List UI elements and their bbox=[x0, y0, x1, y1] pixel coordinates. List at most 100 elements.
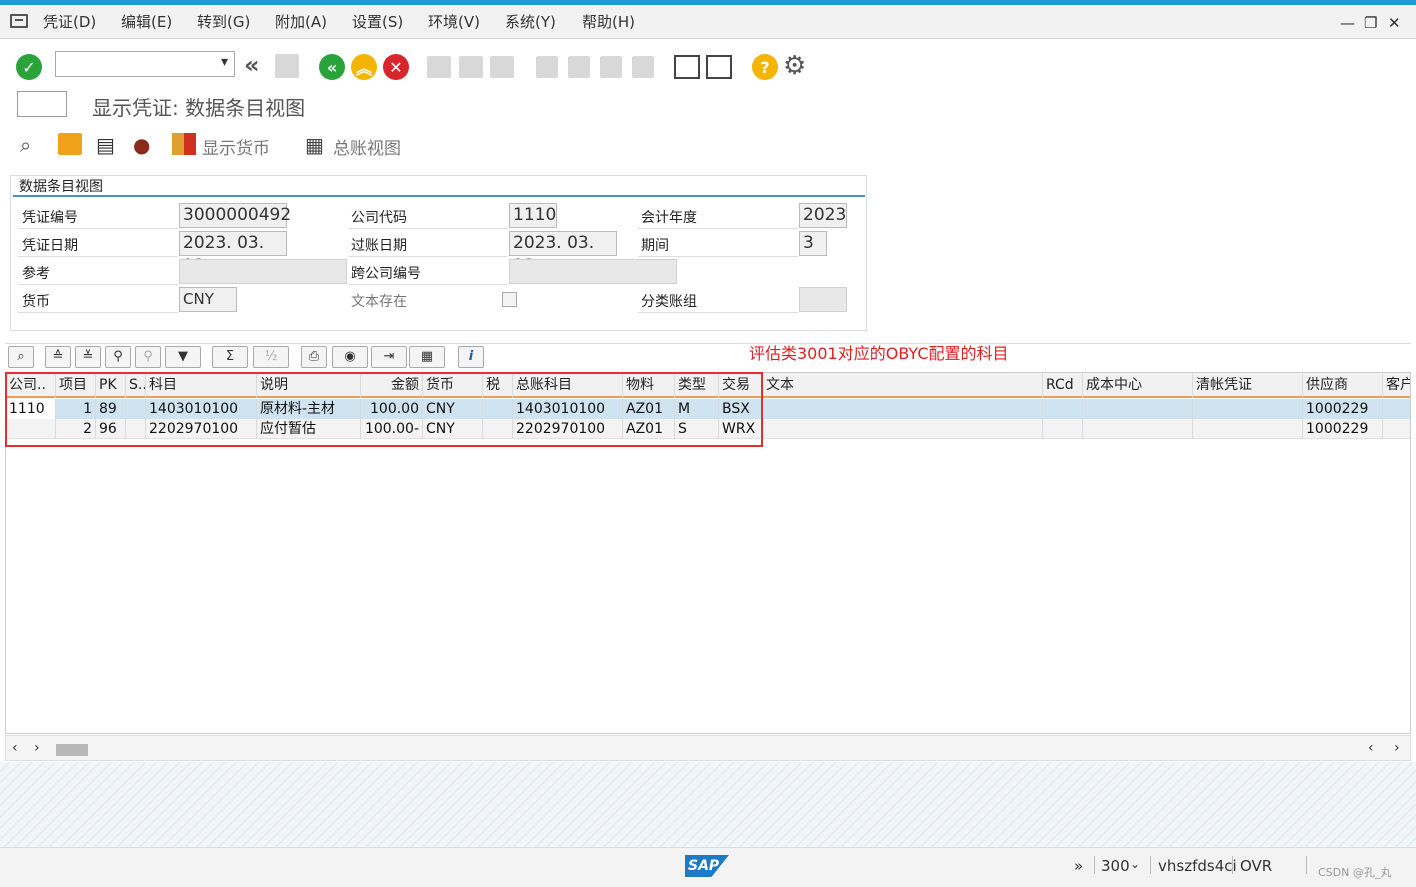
status-mode: OVR bbox=[1240, 857, 1273, 875]
status-expand-icon[interactable]: » bbox=[1074, 857, 1083, 875]
group-divider bbox=[13, 195, 865, 197]
back-icon[interactable]: « bbox=[319, 54, 345, 80]
col-header-text[interactable]: 文本 bbox=[763, 373, 1043, 398]
find-next-icon[interactable]: ⚲ bbox=[135, 346, 161, 368]
cross-company-label: 跨公司编号 bbox=[351, 266, 421, 282]
find-icon[interactable] bbox=[459, 56, 483, 78]
command-field[interactable] bbox=[55, 51, 235, 77]
posting-date-label: 过账日期 bbox=[351, 238, 407, 254]
cell-vendor: 1000229 bbox=[1303, 419, 1383, 439]
text-exists-checkbox[interactable] bbox=[502, 292, 517, 307]
display-document-icon[interactable]: ⌕ bbox=[20, 133, 44, 157]
status-divider bbox=[1232, 856, 1233, 874]
scroll-right-icon[interactable]: › bbox=[34, 740, 40, 756]
menu-goto[interactable]: 转到(G) bbox=[197, 11, 250, 32]
cell-clearing-doc bbox=[1193, 399, 1303, 419]
col-header-customer[interactable]: 客户 bbox=[1383, 373, 1410, 398]
doc-date-field[interactable]: 2023. 03. 23 bbox=[179, 231, 287, 276]
label-underline bbox=[18, 312, 178, 313]
export-icon[interactable]: ⇥ bbox=[371, 346, 407, 368]
gear-icon[interactable]: ⚙ bbox=[783, 53, 809, 79]
cell-customer bbox=[1383, 399, 1410, 419]
cell-cost-center bbox=[1083, 399, 1193, 419]
chevron-down-icon[interactable]: ⌄ bbox=[1130, 857, 1140, 871]
enter-checkmark-icon[interactable]: ✓ bbox=[16, 54, 42, 80]
ledger-group-field[interactable] bbox=[799, 287, 847, 312]
menu-help[interactable]: 帮助(H) bbox=[582, 11, 635, 32]
views-icon[interactable]: ◉ bbox=[332, 346, 368, 368]
close-window-button[interactable]: ✕ bbox=[1388, 14, 1401, 32]
scroll-left-end-icon[interactable]: ‹ bbox=[1368, 740, 1374, 756]
currency-field[interactable]: CNY bbox=[179, 287, 237, 312]
find-next-icon[interactable] bbox=[490, 56, 514, 78]
label-underline bbox=[638, 256, 798, 257]
cancel-icon[interactable]: ✕ bbox=[383, 54, 409, 80]
status-divider bbox=[1150, 856, 1151, 874]
menu-environment[interactable]: 环境(V) bbox=[428, 11, 480, 32]
label-underline bbox=[638, 228, 798, 229]
next-page-icon[interactable] bbox=[600, 56, 622, 78]
reference-field[interactable] bbox=[179, 259, 347, 284]
currency-icon[interactable] bbox=[172, 133, 196, 155]
restore-button[interactable]: ❐ bbox=[1364, 14, 1377, 32]
horizontal-scrollbar[interactable]: ‹ › ‹ › bbox=[5, 735, 1411, 761]
status-divider bbox=[1094, 856, 1095, 874]
period-field[interactable]: 3 bbox=[799, 231, 827, 256]
details-icon[interactable]: ⌕ bbox=[8, 346, 34, 368]
info-icon[interactable]: i bbox=[458, 346, 484, 368]
subtotal-icon[interactable]: ½ bbox=[253, 346, 289, 368]
sort-descending-icon[interactable]: ≚ bbox=[75, 346, 101, 368]
change-display-icon[interactable] bbox=[58, 133, 82, 155]
scroll-thumb[interactable] bbox=[56, 744, 88, 756]
layout-icon[interactable]: ▦ bbox=[409, 346, 445, 368]
status-server: vhszfds4ci bbox=[1158, 857, 1237, 875]
menu-settings[interactable]: 设置(S) bbox=[352, 11, 403, 32]
status-client: 300 bbox=[1101, 857, 1130, 875]
filter-icon[interactable]: ▼ bbox=[165, 346, 201, 368]
menu-edit[interactable]: 编辑(E) bbox=[121, 11, 172, 32]
currency-label: 货币 bbox=[22, 294, 50, 310]
cell-rcd bbox=[1043, 419, 1083, 439]
doc-number-field[interactable]: 3000000492 bbox=[179, 203, 291, 228]
ledger-icon[interactable]: ▦ bbox=[305, 133, 329, 157]
menu-bar: 凭证(D) 编辑(E) 转到(G) 附加(A) 设置(S) 环境(V) 系统(Y… bbox=[0, 5, 1416, 39]
hat-icon[interactable]: ● bbox=[133, 133, 157, 157]
col-header-rcd[interactable]: RCd bbox=[1043, 373, 1083, 398]
create-shortcut-icon[interactable] bbox=[706, 55, 732, 79]
cross-company-field[interactable] bbox=[509, 259, 677, 284]
help-icon[interactable]: ? bbox=[752, 54, 778, 80]
col-header-vendor[interactable]: 供应商 bbox=[1303, 373, 1383, 398]
annotation-note: 评估类3001对应的OBYC配置的科目 bbox=[749, 344, 1009, 363]
print-icon[interactable]: ⎙ bbox=[301, 346, 327, 368]
group-title: 数据条目视图 bbox=[19, 179, 103, 195]
display-currency-button[interactable]: 显示货币 bbox=[202, 134, 270, 159]
print-icon[interactable] bbox=[427, 56, 451, 78]
menu-system[interactable]: 系统(Y) bbox=[505, 11, 556, 32]
save-icon[interactable] bbox=[275, 54, 299, 78]
create-session-icon[interactable] bbox=[674, 55, 700, 79]
find-icon[interactable]: ⚲ bbox=[105, 346, 131, 368]
screen-menu-button[interactable] bbox=[17, 91, 67, 117]
scroll-left-icon[interactable]: ‹ bbox=[12, 740, 18, 756]
company-code-field[interactable]: 1110 bbox=[509, 203, 557, 228]
last-page-icon[interactable] bbox=[632, 56, 654, 78]
menu-toggle-icon[interactable] bbox=[10, 14, 28, 28]
label-underline bbox=[18, 228, 178, 229]
sum-icon[interactable]: Σ bbox=[212, 346, 248, 368]
document-overview-icon[interactable]: ▤ bbox=[96, 133, 120, 157]
col-header-cost-center[interactable]: 成本中心 bbox=[1083, 373, 1193, 398]
sort-ascending-icon[interactable]: ≙ bbox=[45, 346, 71, 368]
fiscal-year-field[interactable]: 2023 bbox=[799, 203, 847, 228]
previous-page-icon[interactable] bbox=[568, 56, 590, 78]
first-page-icon[interactable] bbox=[536, 56, 558, 78]
ledger-group-label: 分类账组 bbox=[641, 294, 697, 310]
col-header-clearing-doc[interactable]: 清帐凭证 bbox=[1193, 373, 1303, 398]
exit-icon[interactable]: ︽ bbox=[351, 54, 377, 80]
scroll-right-end-icon[interactable]: › bbox=[1394, 740, 1400, 756]
menu-extras[interactable]: 附加(A) bbox=[275, 11, 327, 32]
posting-date-field[interactable]: 2023. 03. 23 bbox=[509, 231, 617, 276]
gl-view-button[interactable]: 总账视图 bbox=[333, 134, 401, 159]
minimize-button[interactable]: — bbox=[1340, 14, 1355, 32]
collapse-command-icon[interactable]: « bbox=[244, 53, 270, 80]
menu-document[interactable]: 凭证(D) bbox=[43, 11, 96, 32]
